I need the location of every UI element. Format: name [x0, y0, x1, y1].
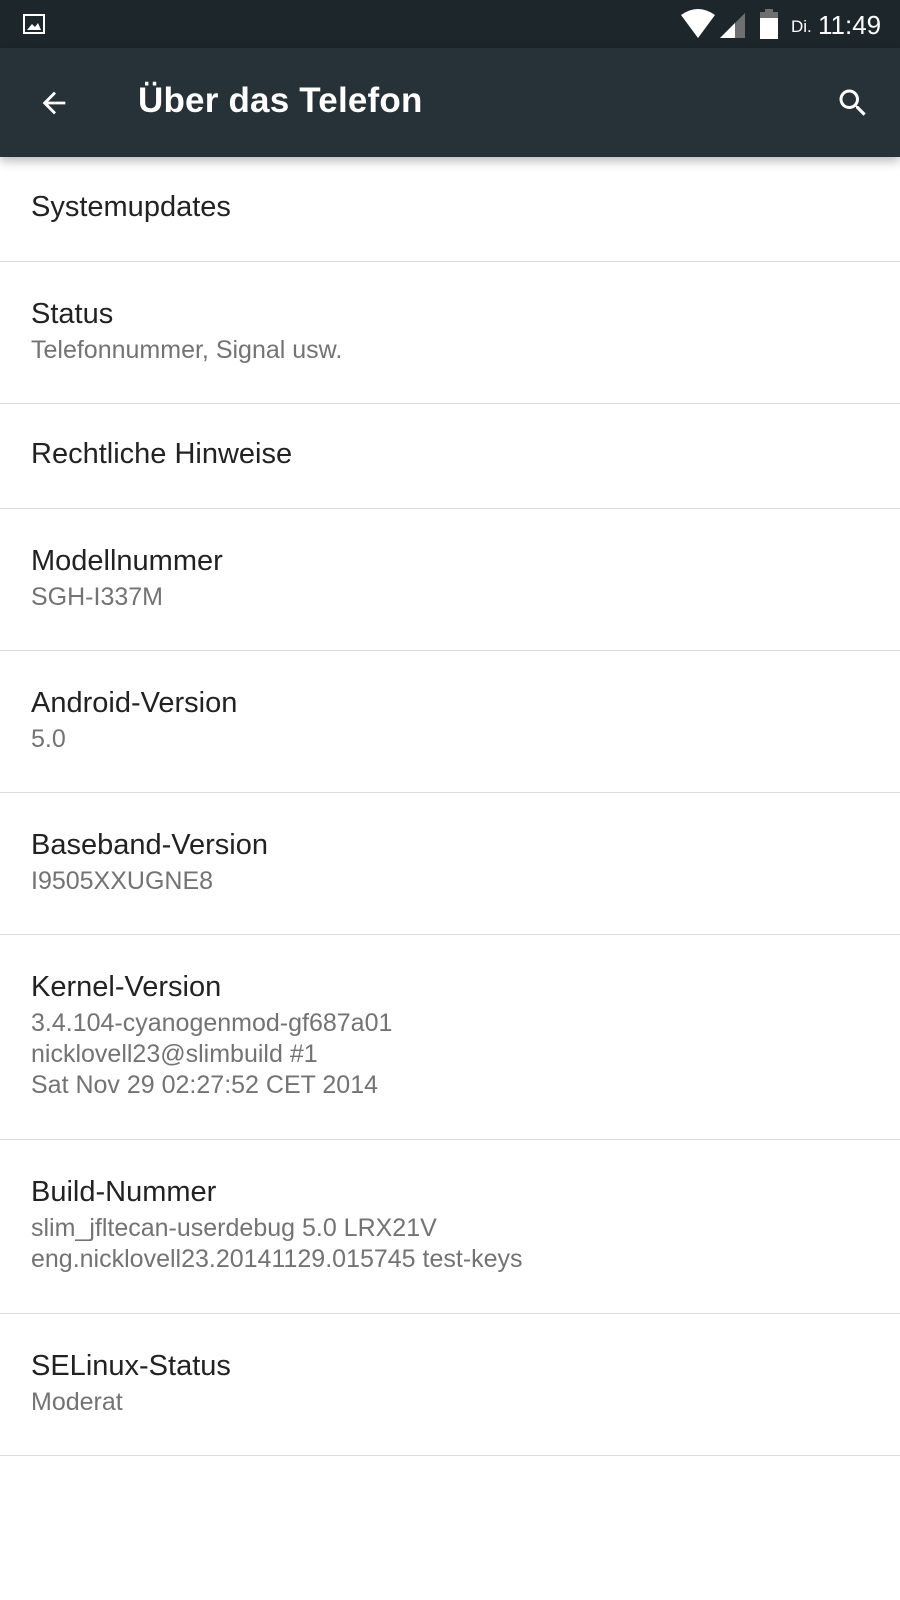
setting-build-number[interactable]: Build-Nummer slim_jfltecan-userdebug 5.0…: [0, 1140, 900, 1314]
setting-kernel-version[interactable]: Kernel-Version 3.4.104-cyanogenmod-gf687…: [0, 935, 900, 1140]
setting-status[interactable]: Status Telefonnummer, Signal usw.: [0, 262, 900, 404]
app-bar: Über das Telefon: [0, 48, 900, 157]
status-bar: Di. 11:49: [0, 0, 900, 48]
setting-title: SELinux-Status: [31, 1350, 231, 1382]
page-title: Über das Telefon: [138, 81, 423, 120]
setting-title: Kernel-Version: [31, 971, 222, 1003]
setting-baseband-version[interactable]: Baseband-Version I9505XXUGNE8: [0, 793, 900, 935]
setting-summary: I9505XXUGNE8: [31, 867, 214, 895]
setting-summary: Moderat: [31, 1388, 123, 1416]
setting-title: Systemupdates: [31, 191, 231, 223]
setting-title: Rechtliche Hinweise: [31, 438, 293, 470]
wifi-icon: [681, 9, 715, 38]
setting-summary: slim_jfltecan-userdebug 5.0 LRX21V eng.n…: [31, 1214, 523, 1273]
back-button[interactable]: [26, 78, 82, 128]
setting-summary: Telefonnummer, Signal usw.: [31, 336, 343, 364]
setting-title: Status: [31, 298, 114, 330]
setting-selinux-status[interactable]: SELinux-Status Moderat: [0, 1314, 900, 1456]
search-button[interactable]: [826, 76, 880, 130]
arrow-back-icon: [42, 91, 66, 115]
setting-summary: 3.4.104-cyanogenmod-gf687a01 nicklovell2…: [31, 1009, 393, 1099]
status-time: 11:49: [818, 10, 882, 40]
setting-title: Android-Version: [31, 687, 238, 719]
setting-title: Modellnummer: [31, 545, 223, 577]
settings-list: Systemupdates Status Telefonnummer, Sign…: [0, 157, 900, 1456]
battery-icon: [760, 9, 778, 39]
setting-title: Baseband-Version: [31, 829, 268, 861]
setting-summary: 5.0: [31, 725, 66, 753]
setting-summary: SGH-I337M: [31, 583, 163, 611]
signal-icon: [720, 13, 745, 38]
setting-title: Build-Nummer: [31, 1176, 217, 1208]
setting-legal-info[interactable]: Rechtliche Hinweise: [0, 404, 900, 509]
setting-system-updates[interactable]: Systemupdates: [0, 157, 900, 262]
search-icon: [839, 89, 866, 116]
gallery-icon: [23, 14, 45, 34]
status-day: Di.: [791, 17, 812, 36]
setting-android-version[interactable]: Android-Version 5.0: [0, 651, 900, 793]
setting-model-number[interactable]: Modellnummer SGH-I337M: [0, 509, 900, 651]
